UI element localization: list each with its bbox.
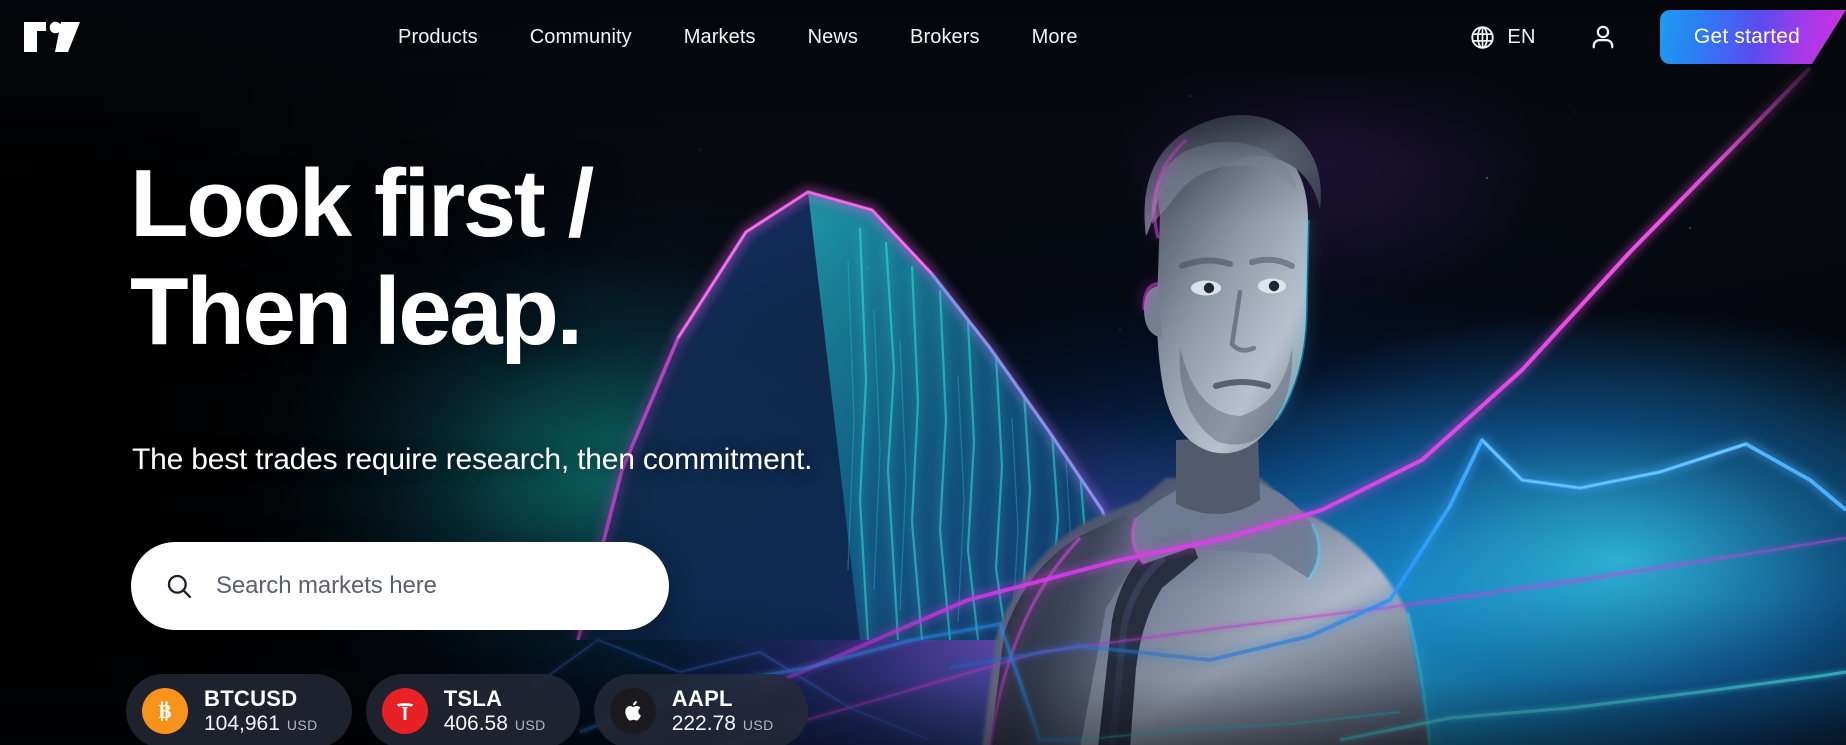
search-input[interactable]: Search markets here [216, 572, 437, 600]
ticker-chip-btcusd[interactable]: B BTCUSD 104,961 USD [126, 674, 352, 745]
get-started-button[interactable]: Get started [1660, 10, 1846, 64]
nav-markets[interactable]: Markets [658, 0, 782, 74]
hero-stage: Products Community Markets News Brokers … [0, 0, 1846, 745]
ticker-chip-list: B BTCUSD 104,961 USD TSLA 406.58 USD AAP… [126, 674, 808, 745]
ticker-chip-aapl[interactable]: AAPL 222.78 USD [593, 674, 808, 745]
tradingview-logo-icon [24, 21, 80, 52]
search-markets-box[interactable]: Search markets here [131, 542, 669, 630]
ticker-chip-tsla[interactable]: TSLA 406.58 USD [365, 674, 580, 745]
ticker-symbol: BTCUSD [204, 685, 298, 711]
get-started-wrapper: Get started [1660, 10, 1846, 64]
nav-more[interactable]: More [1006, 0, 1104, 74]
ticker-text-aapl: AAPL 222.78 USD [671, 685, 774, 736]
main-navigation: Products Community Markets News Brokers … [372, 0, 1104, 74]
ticker-currency: USD [286, 717, 318, 734]
apple-icon [609, 688, 656, 734]
headline-line-1: Look first / [130, 150, 594, 257]
nav-brokers[interactable]: Brokers [884, 0, 1006, 74]
headline-line-2: Then leap. [130, 258, 583, 366]
hero-section: Look first / Then leap. The best trades … [0, 0, 1846, 745]
nav-community[interactable]: Community [504, 0, 658, 74]
ticker-symbol: AAPL [671, 685, 733, 711]
svg-text:B: B [158, 701, 171, 723]
ticker-currency: USD [742, 717, 774, 734]
ticker-symbol: TSLA [443, 685, 503, 711]
user-account-icon [1592, 25, 1614, 49]
globe-icon [1471, 25, 1495, 49]
nav-news[interactable]: News [782, 0, 884, 74]
account-button[interactable] [1574, 0, 1632, 74]
ticker-price-row: 406.58 USD [444, 712, 546, 735]
language-selector[interactable]: EN [1455, 0, 1550, 74]
hero-subheadline: The best trades require research, then c… [132, 443, 813, 476]
ticker-price: 104,961 [204, 712, 280, 736]
ticker-text-btcusd: BTCUSD 104,961 USD [204, 685, 318, 736]
site-header: Products Community Markets News Brokers … [0, 0, 1846, 74]
header-right-controls: EN Get started [1455, 0, 1846, 74]
ticker-price-row: 104,961 USD [204, 712, 318, 735]
tradingview-logo-link[interactable] [24, 18, 80, 56]
bitcoin-icon: B [142, 688, 188, 734]
ticker-currency: USD [514, 717, 546, 734]
hero-headline: Look first / Then leap. [130, 150, 594, 367]
language-code: EN [1507, 25, 1536, 48]
tesla-icon [381, 688, 428, 734]
ticker-text-tsla: TSLA 406.58 USD [443, 685, 546, 736]
search-icon [165, 572, 194, 601]
ticker-price-row: 222.78 USD [672, 712, 774, 735]
ticker-price: 222.78 [671, 712, 736, 736]
nav-products[interactable]: Products [372, 0, 504, 74]
ticker-price: 406.58 [443, 712, 508, 736]
